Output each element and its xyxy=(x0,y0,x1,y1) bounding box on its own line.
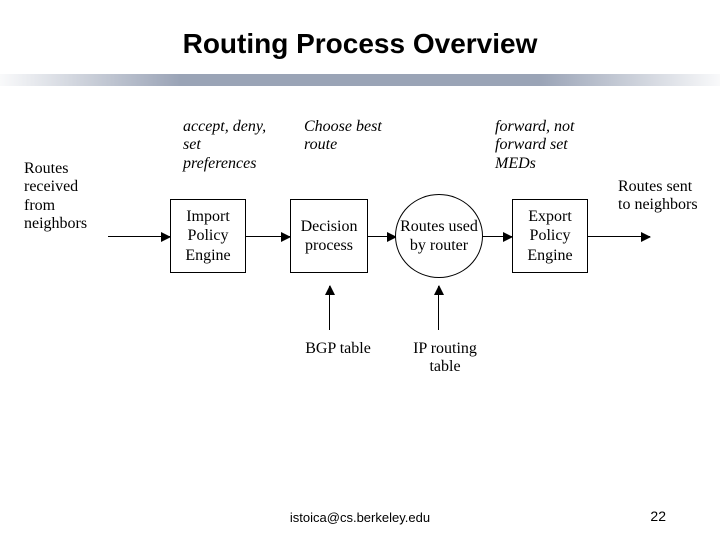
ellipse-routes-used: Routes used by router xyxy=(395,194,483,278)
side-label-right: Routes sent to neighbors xyxy=(618,178,698,215)
side-label-left: Routes received from neighbors xyxy=(24,160,104,234)
label-ip-routing-table: IP routing table xyxy=(400,340,490,377)
box-export-policy-engine: Export Policy Engine xyxy=(512,199,588,273)
arrow-import-to-decision xyxy=(246,236,290,237)
annotation-import: accept, deny, set preferences xyxy=(183,118,273,173)
diagram-canvas: accept, deny, set preferences Choose bes… xyxy=(0,86,720,486)
title-rule xyxy=(0,74,720,86)
footer-page-number: 22 xyxy=(650,508,666,524)
arrow-in-to-import xyxy=(108,236,170,237)
page-title: Routing Process Overview xyxy=(0,0,720,74)
arrow-decision-to-ellipse xyxy=(368,236,396,237)
annotation-export: forward, not forward set MEDs xyxy=(495,118,595,173)
arrow-bgp-up xyxy=(329,286,330,330)
footer-email: istoica@cs.berkeley.edu xyxy=(0,510,720,525)
box-decision-process: Decision process xyxy=(290,199,368,273)
label-bgp-table: BGP table xyxy=(298,340,378,358)
annotation-decision: Choose best route xyxy=(304,118,394,155)
box-import-policy-engine: Import Policy Engine xyxy=(170,199,246,273)
arrow-export-to-out xyxy=(588,236,650,237)
arrow-ellipse-to-export xyxy=(482,236,512,237)
arrow-ip-up xyxy=(438,286,439,330)
